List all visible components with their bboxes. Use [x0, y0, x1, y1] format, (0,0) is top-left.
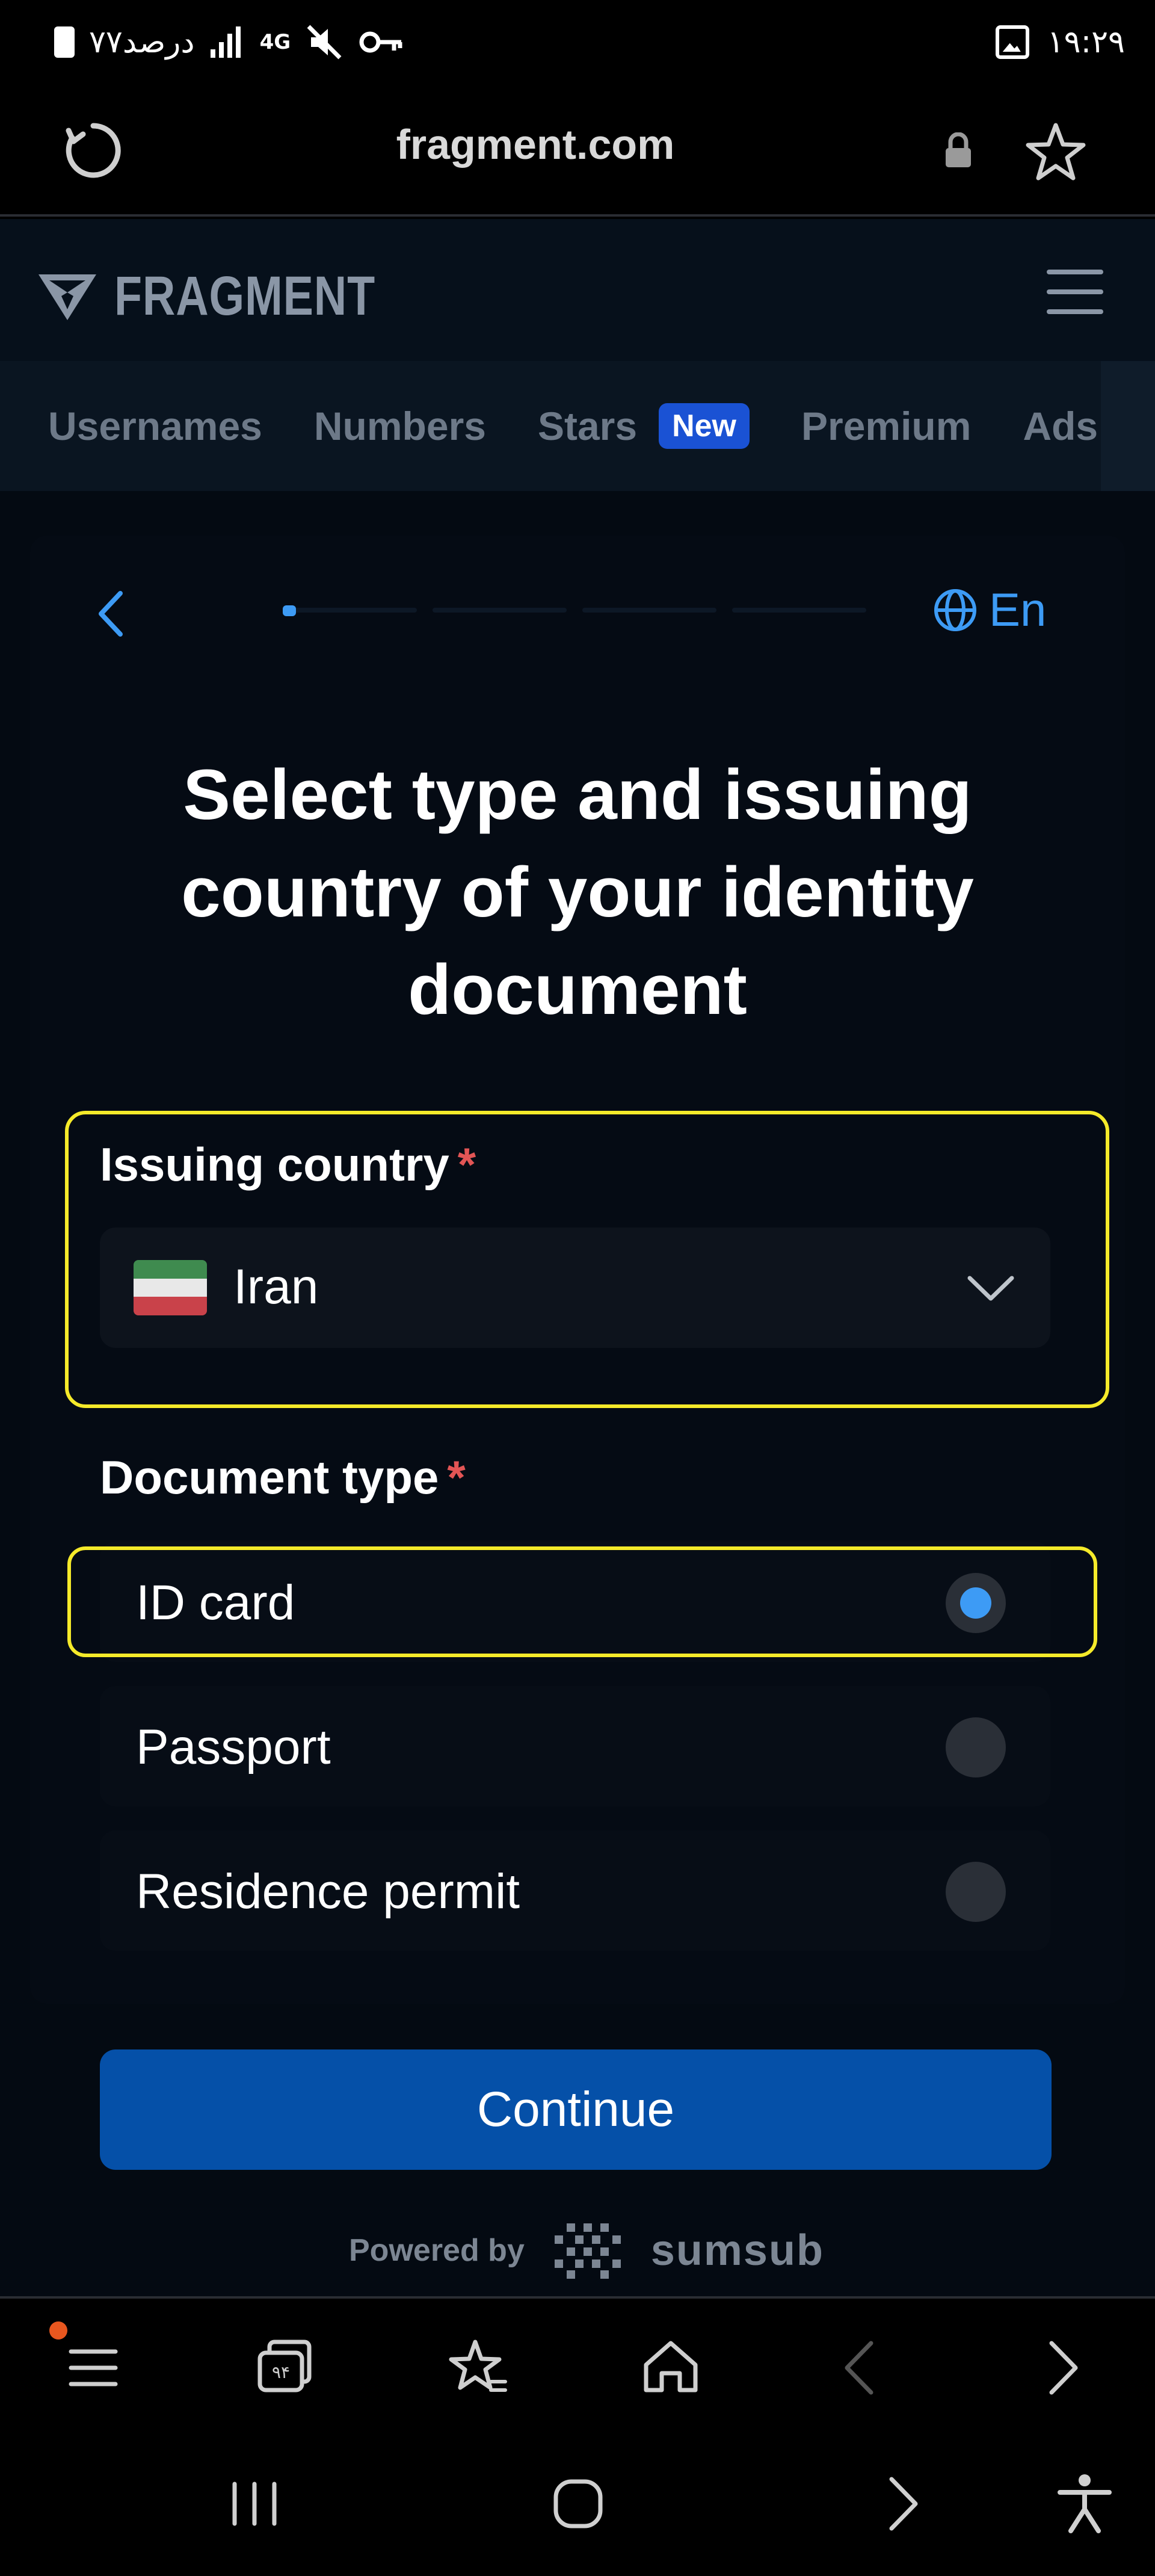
option-label: Residence permit — [136, 1864, 520, 1919]
menu-button[interactable] — [1047, 270, 1103, 314]
address-bar[interactable]: fragment.com — [0, 120, 1071, 168]
site-header: FRAGMENT — [0, 219, 1155, 361]
option-label: Passport — [136, 1720, 331, 1774]
language-label: En — [989, 583, 1047, 636]
home-button-icon[interactable] — [545, 2471, 611, 2537]
key-icon — [359, 31, 402, 53]
tab-label: Premium — [801, 404, 972, 448]
back-icon[interactable] — [829, 2335, 895, 2401]
fragment-logo-icon — [38, 274, 96, 320]
tab-premium[interactable]: Premium — [801, 403, 971, 449]
sumsub-logo-icon — [554, 2223, 621, 2279]
new-badge: New — [659, 403, 750, 449]
document-option-residence-permit[interactable]: Residence permit — [100, 1830, 1050, 1951]
browser-toolbar: fragment.com — [0, 84, 1155, 217]
id-card-highlight — [67, 1546, 1097, 1657]
menu-bar — [1047, 270, 1103, 274]
sumsub-logo-text: sumsub — [650, 2226, 824, 2275]
country-label: Issuing country * — [100, 1137, 476, 1192]
status-left: ۷۷درصد 4G — [54, 18, 404, 66]
network-type: 4G — [259, 30, 291, 54]
radio-unchecked[interactable] — [946, 1717, 1006, 1778]
required-mark: * — [457, 1138, 476, 1191]
bookmark-star-icon[interactable] — [1023, 119, 1089, 185]
tab-usernames[interactable]: Usernames — [48, 403, 262, 449]
chevron-down-icon — [967, 1276, 1014, 1301]
tab-numbers[interactable]: Numbers — [314, 403, 486, 449]
country-select[interactable]: Iran — [100, 1228, 1050, 1348]
menu-bar — [1047, 289, 1103, 294]
progress-segment — [582, 608, 716, 613]
site-nav-tabs: Usernames Numbers Stars New Premium Ads — [0, 361, 1155, 491]
nav-back-icon[interactable] — [869, 2471, 935, 2537]
progress-segment — [433, 608, 567, 613]
tab-label: Numbers — [313, 404, 486, 448]
powered-by-text: Powered by — [349, 2233, 525, 2268]
progress-segment — [283, 608, 417, 613]
browser-bottom-bar: ۹۴ — [0, 2296, 1155, 2435]
home-icon[interactable] — [638, 2335, 704, 2401]
tabs-icon[interactable]: ۹۴ — [251, 2335, 318, 2401]
tab-label: Ads — [1023, 404, 1098, 448]
country-label-text: Issuing country — [100, 1138, 449, 1191]
menu-bar — [1047, 309, 1103, 314]
back-chevron-icon[interactable] — [90, 584, 132, 644]
status-bar: ۷۷درصد 4G ۱۹:۲۹ — [0, 0, 1155, 84]
progress-active — [283, 605, 296, 616]
mute-icon — [307, 25, 342, 60]
tab-count: ۹۴ — [272, 2362, 290, 2382]
tab-stars[interactable]: Stars New — [538, 403, 750, 449]
battery-text: ۷۷درصد — [89, 24, 195, 60]
status-right: ۱۹:۲۹ — [995, 18, 1125, 66]
step-progress — [283, 605, 866, 616]
required-mark: * — [447, 1451, 466, 1504]
document-type-label: Document type * — [100, 1450, 466, 1505]
site-logo-text: FRAGMENT — [114, 265, 376, 327]
forward-icon[interactable] — [1027, 2335, 1094, 2401]
system-nav-bar — [0, 2435, 1155, 2576]
menu-icon[interactable] — [60, 2335, 126, 2401]
battery-icon — [54, 26, 75, 58]
radio-unchecked[interactable] — [946, 1862, 1006, 1922]
tab-label: Stars — [537, 404, 638, 448]
continue-button[interactable]: Continue — [100, 2049, 1052, 2170]
page-title: Select type and issuing country of your … — [181, 755, 974, 1030]
lock-icon[interactable] — [943, 132, 973, 168]
progress-segment — [732, 608, 866, 613]
tab-label: Usernames — [48, 404, 262, 448]
document-option-passport[interactable]: Passport — [100, 1686, 1050, 1806]
recent-apps-icon[interactable] — [221, 2471, 288, 2537]
signal-icon — [210, 26, 241, 58]
gallery-icon — [995, 25, 1029, 59]
tab-ads[interactable]: Ads — [1023, 403, 1098, 449]
document-label-text: Document type — [100, 1451, 439, 1504]
globe-icon — [934, 588, 976, 631]
tabs-fade — [1101, 361, 1155, 491]
language-button[interactable]: En — [932, 582, 1046, 637]
status-time: ۱۹:۲۹ — [1047, 24, 1125, 60]
country-value: Iran — [233, 1259, 319, 1314]
powered-by: Powered by sumsub — [349, 2220, 824, 2281]
site-logo[interactable]: FRAGMENT — [37, 265, 433, 328]
accessibility-icon[interactable] — [1052, 2471, 1118, 2537]
bookmarks-icon[interactable] — [445, 2335, 511, 2401]
iran-flag-icon — [134, 1260, 207, 1315]
